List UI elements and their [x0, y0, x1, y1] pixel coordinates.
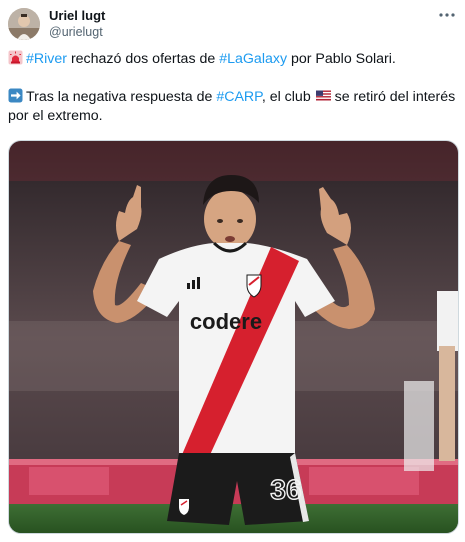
tweet-text-segment: por Pablo Solari.	[287, 51, 396, 67]
tweet-text: #River rechazó dos ofertas de #LaGalaxy …	[8, 50, 458, 126]
tweet-text-segment: Tras la negativa respuesta de	[26, 89, 217, 105]
hashtag-lagalaxy[interactable]: #LaGalaxy	[219, 51, 287, 67]
sponsor-text: codere	[190, 309, 262, 334]
tweet-header: Uriel lugt @urielugt	[8, 6, 458, 42]
hashtag-river[interactable]: #River	[26, 51, 67, 67]
author-handle[interactable]: @urielugt	[49, 24, 105, 40]
tweet-card: Uriel lugt @urielugt #River rechazó dos …	[0, 0, 465, 542]
tweet-line-1: #River rechazó dos ofertas de #LaGalaxy …	[8, 50, 458, 69]
more-options-icon[interactable]	[436, 6, 458, 24]
right-arrow-emoji	[8, 88, 23, 103]
tweet-text-segment: , el club	[261, 89, 315, 105]
tweet-text-segment: rechazó dos ofertas de	[67, 51, 220, 67]
shorts-number: 36	[270, 474, 301, 505]
avatar[interactable]	[8, 8, 40, 40]
author-display-name[interactable]: Uriel lugt	[49, 8, 105, 24]
red-siren-emoji	[8, 50, 23, 65]
hashtag-carp[interactable]: #CARP	[216, 89, 261, 105]
tweet-line-2: Tras la negativa respuesta de #CARP, el …	[8, 88, 458, 126]
author-names: Uriel lugt @urielugt	[49, 8, 105, 40]
tweet-media-photo[interactable]: codere 36	[8, 140, 459, 534]
us-flag-emoji	[315, 88, 331, 103]
